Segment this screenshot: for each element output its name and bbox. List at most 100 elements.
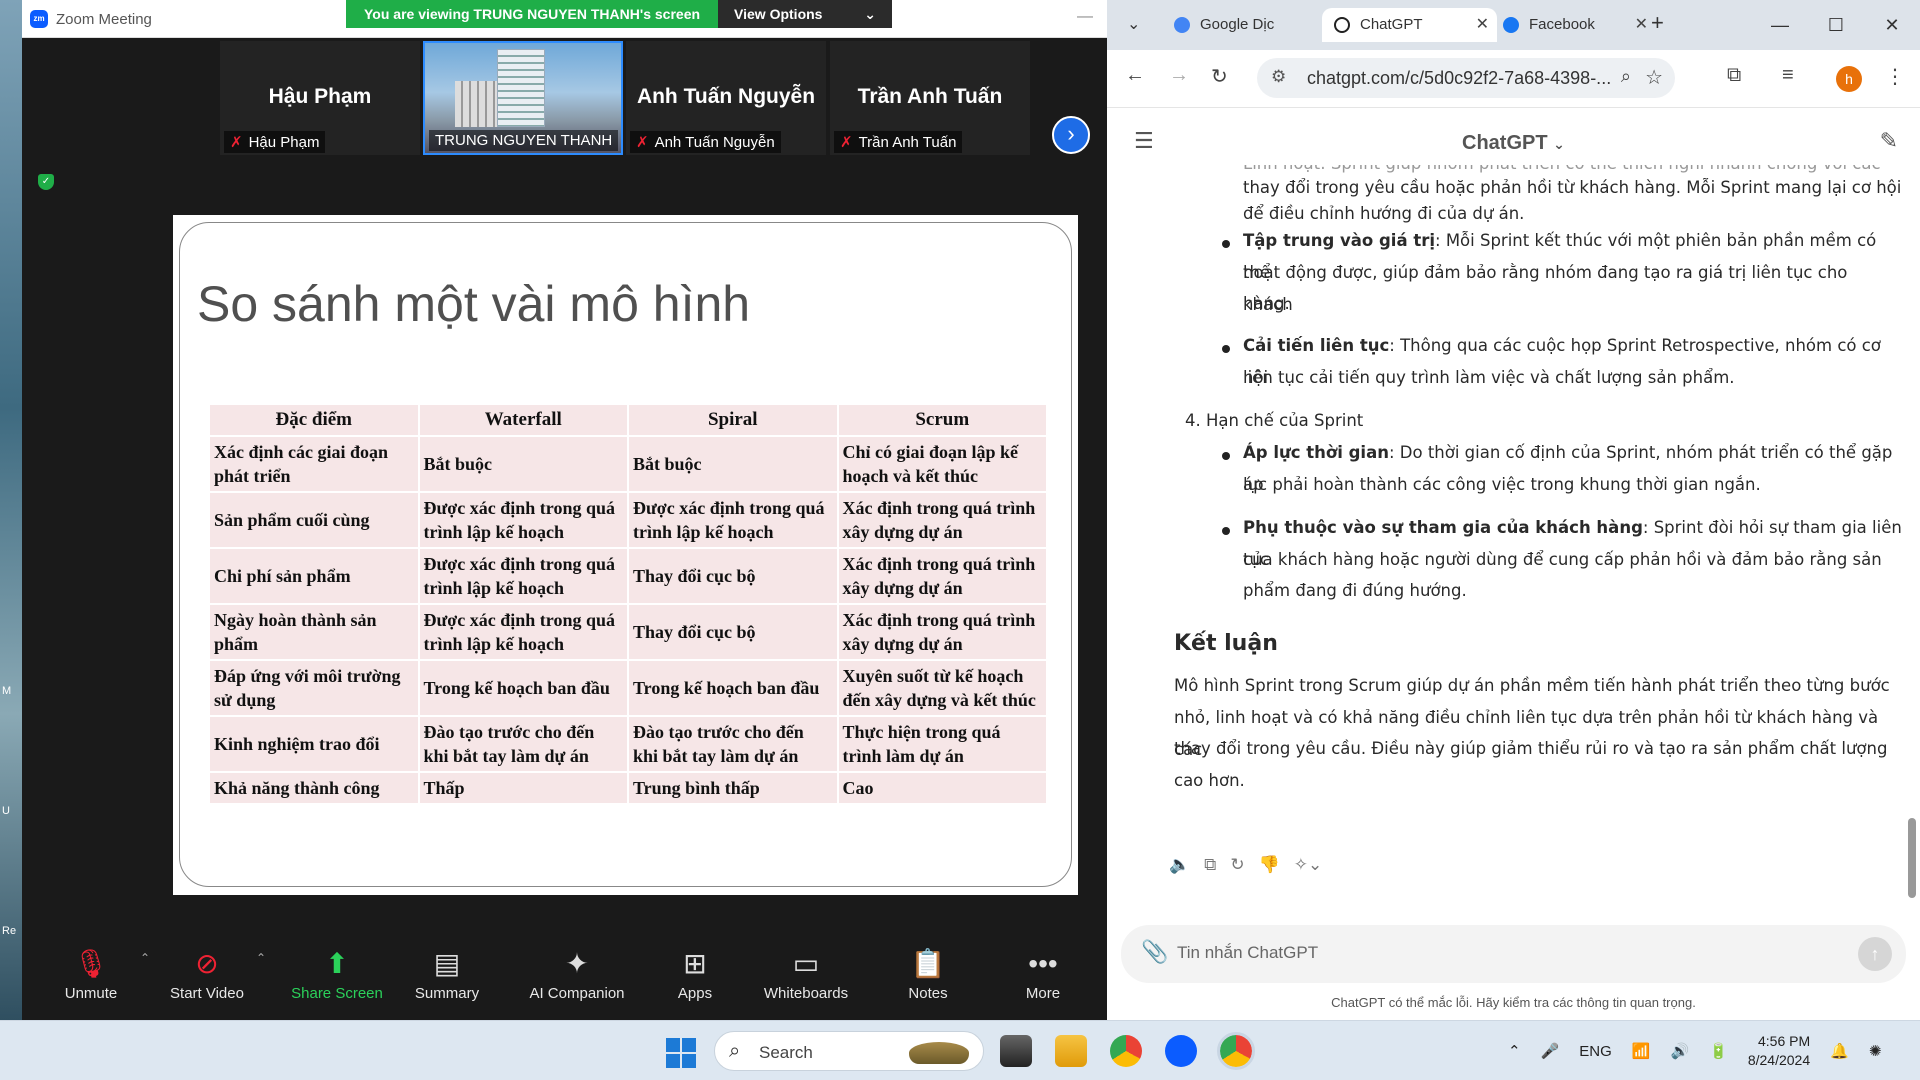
conclusion-heading: Kết luận [1174,631,1278,656]
tab-chatgpt[interactable]: ChatGPT ✕ [1322,8,1497,42]
table-row: Xác định các giai đoạn phát triển Bắt buộ… [208,435,1048,493]
desktop-label: Re [2,925,17,937]
security-shield-icon[interactable]: ✓ [38,174,54,190]
wifi-icon[interactable]: 📶 [1632,1042,1651,1060]
participant-tile[interactable]: Anh Tuấn Nguyễn ✗ Anh Tuấn Nguyễn [626,41,826,155]
model-selector[interactable]: ChatGPT ⌄ [1462,132,1565,155]
close-icon[interactable]: ✕ [1864,0,1920,50]
tab-search-icon[interactable]: ⌄ [1127,14,1140,34]
ai-companion-button[interactable]: ✦ AI Companion [512,943,642,1002]
back-icon[interactable]: ← [1125,64,1145,87]
language-indicator[interactable]: ENG [1579,1043,1612,1060]
scrollbar-thumb[interactable] [1908,818,1916,898]
battery-icon[interactable]: 🔋 [1709,1042,1728,1060]
next-page-icon[interactable]: › [1052,116,1090,154]
copy-icon[interactable]: ⧉ [1204,855,1216,875]
copilot-icon[interactable]: ✺ [1869,1042,1882,1060]
reload-icon[interactable]: ↻ [1211,64,1228,89]
table-cell: Đào tạo trước cho đến khi bắt tay làm dự… [417,715,629,773]
regenerate-icon[interactable]: ↻ [1230,855,1244,875]
chevron-down-icon: ⌄ [864,6,876,22]
close-tab-icon[interactable]: ✕ [1476,8,1489,42]
participant-label-text: TRUNG NGUYEN THANH [435,132,613,149]
address-bar[interactable]: ⚙ chatgpt.com/c/5d0c92f2-7a68-4398-... ⌕… [1257,58,1675,98]
thumbs-down-icon[interactable]: 👎 [1259,855,1280,875]
table-cell: Cao [836,771,1048,805]
clock[interactable]: 4:56 PM 8/24/2024 [1748,1032,1810,1070]
summary-icon: ▤ [433,948,461,979]
desktop-background: M U Re [0,0,22,1020]
apps-icon: ⊞ [683,948,707,979]
more-button[interactable]: ••• More [988,943,1098,1002]
table-cell: Được xác định trong quá trình lập kế hoạ… [417,547,629,605]
start-video-button[interactable]: ⊘ Start Video ⌃ [152,943,266,1002]
apps-button[interactable]: ⊞ Apps [640,943,750,1002]
file-explorer-icon[interactable] [1055,1035,1087,1067]
unmute-button[interactable]: 🎙 Unmute ⌃ [36,943,150,1002]
zoom-icon[interactable]: ⌕ [1621,66,1631,87]
chevron-up-icon[interactable]: ⌃ [1508,1042,1521,1060]
table-header: Đặc điểm [208,403,420,437]
chrome-icon[interactable] [1110,1035,1142,1067]
caret-up-icon[interactable]: ⌃ [256,951,266,965]
participant-tile[interactable]: Hậu Phạm ✗ Hậu Phạm [220,41,420,155]
scrollbar[interactable] [1906,178,1916,918]
windows-start-icon[interactable] [666,1038,696,1068]
extensions-icon[interactable]: ⧉ [1727,64,1741,87]
notification-bell-icon[interactable]: 🔔 [1830,1042,1849,1060]
microphone-icon[interactable]: 🎤 [1541,1042,1560,1060]
response-text: hoạt động được, giúp đảm bảo rằng nhóm đ… [1243,263,1848,314]
attach-paperclip-icon[interactable]: 📎 [1141,939,1168,965]
volume-icon[interactable]: 🔊 [1670,1042,1689,1060]
response-text: hàng. [1243,294,1290,313]
composer-placeholder[interactable]: Tin nhắn ChatGPT [1177,943,1318,963]
new-chat-icon[interactable]: ✎ [1880,128,1898,154]
tab-facebook[interactable]: Facebook ✕ [1491,8,1656,42]
whiteboards-button[interactable]: ▭ Whiteboards [751,943,861,1002]
close-tab-icon[interactable]: ✕ [1635,8,1648,42]
send-arrow-icon[interactable]: ↑ [1858,937,1892,971]
notes-button[interactable]: 📋 Notes [873,943,983,1002]
toolbar-label: Whiteboards [763,985,849,1002]
response-text: cao hơn. [1174,771,1245,790]
sidebar-toggle-icon[interactable]: ☰ [1134,128,1154,154]
table-cell: Kinh nghiệm trao đổi [208,715,420,773]
chrome-window: ⌄ Google Dịc ChatGPT ✕ Facebook ✕ + — ☐ ✕ … [1107,0,1920,1020]
participant-tile[interactable]: Trần Anh Tuấn ✗ Trần Anh Tuấn [830,41,1030,155]
toolbar-label: AI Companion [529,985,625,1002]
forward-icon[interactable]: → [1169,64,1189,87]
caret-up-icon[interactable]: ⌃ [140,951,150,965]
bullet [1222,345,1230,353]
table-cell: Bắt buộc [417,435,629,493]
minimize-icon[interactable]: — [1752,0,1808,50]
tab-label: ChatGPT [1360,16,1423,33]
media-controls-icon[interactable]: ≡ [1782,64,1794,87]
zoom-app-icon[interactable] [1165,1035,1197,1067]
bold-text: Cải tiến liên tục [1243,336,1390,355]
chrome-profile-icon[interactable] [1217,1032,1255,1070]
minimize-icon[interactable]: — [1077,8,1093,26]
taskbar-search[interactable]: ⌕ Search [714,1031,984,1071]
menu-kebab-icon[interactable]: ⋮ [1885,64,1905,89]
new-tab-icon[interactable]: + [1651,10,1664,36]
toolbar-label: Unmute [64,985,118,1002]
tab-google-translate[interactable]: Google Dịc [1162,8,1312,42]
site-settings-icon[interactable]: ⚙ [1271,67,1286,87]
task-view-icon[interactable] [1000,1035,1032,1067]
table-row: Sản phẩm cuối cùng Được xác định trong qu… [208,491,1048,549]
table-cell: Khả năng thành công [208,771,420,805]
share-screen-button[interactable]: ⬆ Share Screen [282,943,392,1002]
model-title: ChatGPT [1462,132,1548,154]
profile-avatar[interactable]: h [1836,66,1862,92]
zoom-logo-icon: zm [30,10,48,28]
chat-response: Linh hoạt: Sprint giúp nhóm phát triển c… [1107,165,1902,905]
read-aloud-icon[interactable]: 🔈 [1169,855,1190,875]
maximize-icon[interactable]: ☐ [1808,0,1864,50]
video-off-icon: ⊘ [195,948,219,979]
bookmark-star-icon[interactable]: ☆ [1645,65,1663,90]
sparkle-icon[interactable]: ✧⌄ [1294,855,1323,875]
participant-tile-active[interactable]: TRUNG NGUYEN THANH [423,41,623,155]
view-options-button[interactable]: View Options ⌄ [718,0,892,28]
message-composer[interactable]: 📎 Tin nhắn ChatGPT ↑ [1121,925,1906,983]
summary-button[interactable]: ▤ Summary [392,943,502,1002]
